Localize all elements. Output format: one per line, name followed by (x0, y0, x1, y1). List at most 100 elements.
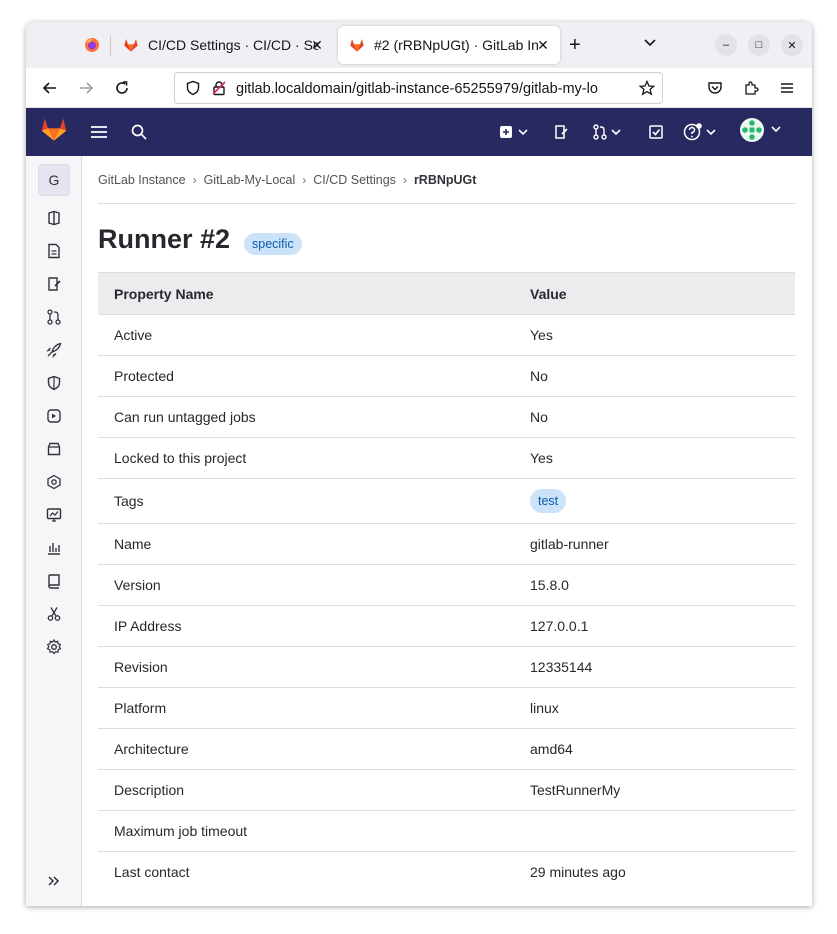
table-row: Active Yes (98, 314, 795, 356)
gitlab-top-bar (26, 108, 812, 156)
project-sidebar: G (26, 156, 82, 906)
breadcrumb-link-project[interactable]: GitLab-My-Local (204, 173, 296, 187)
property-name: Architecture (98, 728, 514, 770)
tab-title: #2 (rRBNpUGt) · GitLab In (374, 37, 539, 53)
breadcrumb: GitLab Instance › GitLab-My-Local › CI/C… (98, 173, 476, 187)
create-new-icon[interactable] (499, 122, 531, 142)
breadcrumb-link-cicd-settings[interactable]: CI/CD Settings (313, 173, 396, 187)
chevron-right-icon: › (402, 173, 407, 187)
url-bar[interactable]: gitlab.localdomain/gitlab-instance-65255… (174, 72, 663, 104)
property-name: Revision (98, 646, 514, 688)
issues-icon[interactable] (553, 122, 569, 142)
property-value: test (514, 478, 795, 524)
breadcrumb-current[interactable]: rRBNpUGt (414, 173, 477, 187)
close-window-icon[interactable]: ✕ (781, 34, 803, 56)
merge-requests-icon[interactable] (592, 122, 624, 142)
table-row: Platform linux (98, 687, 795, 729)
table-row: Protected No (98, 355, 795, 397)
property-name: Version (98, 564, 514, 606)
expand-sidebar-icon[interactable] (45, 872, 63, 890)
property-name: IP Address (98, 605, 514, 647)
todos-icon[interactable] (648, 122, 664, 142)
property-value: amd64 (514, 728, 795, 770)
property-value: 29 minutes ago (530, 864, 626, 881)
security-shield-icon[interactable] (45, 374, 63, 392)
settings-gear-icon[interactable] (45, 638, 63, 656)
firefox-view-tab[interactable] (74, 26, 110, 64)
property-name: Can run untagged jobs (98, 396, 514, 438)
reload-icon[interactable] (112, 78, 132, 98)
tab-cicd-settings[interactable]: CI/CD Settings · CI/CD · Se ✕ (112, 26, 334, 64)
deployments-icon[interactable] (45, 407, 63, 425)
tab-runner[interactable]: #2 (rRBNpUGt) · GitLab In ✕ (338, 26, 560, 64)
chevron-right-icon: › (192, 173, 197, 187)
shield-icon[interactable] (183, 78, 203, 98)
table-row: Name gitlab-runner (98, 523, 795, 565)
forward-icon[interactable] (76, 78, 96, 98)
property-value: Yes (514, 314, 795, 356)
runner-properties-table: Property Name Value Active Yes Protected… (98, 272, 795, 893)
analytics-icon[interactable] (45, 539, 63, 557)
search-icon[interactable] (131, 122, 147, 142)
property-name: Description (98, 769, 514, 811)
property-name: Active (98, 314, 514, 356)
url-text: gitlab.localdomain/gitlab-instance-65255… (236, 81, 598, 97)
pocket-icon[interactable] (705, 78, 725, 98)
insecure-lock-icon[interactable] (209, 78, 229, 98)
property-name: Platform (98, 687, 514, 729)
gitlab-logo-icon[interactable] (40, 118, 68, 141)
property-value: gitlab-runner (514, 523, 795, 565)
list-all-tabs-icon[interactable] (643, 36, 657, 55)
table-header-row: Property Name Value (98, 272, 795, 315)
infrastructure-icon[interactable] (45, 473, 63, 491)
table-row: IP Address 127.0.0.1 (98, 605, 795, 647)
property-name: Last contact (114, 864, 190, 881)
back-icon[interactable] (40, 78, 60, 98)
main-menu-icon[interactable] (90, 122, 108, 142)
tab-strip: CI/CD Settings · CI/CD · Se ✕ #2 (rRBNpU… (26, 22, 812, 68)
property-value: 12335144 (514, 646, 795, 688)
table-row: Description TestRunnerMy (98, 769, 795, 811)
property-name: Maximum job timeout (98, 810, 514, 852)
property-name: Protected (98, 355, 514, 397)
breadcrumb-link-group[interactable]: GitLab Instance (98, 173, 186, 187)
property-value: 127.0.0.1 (514, 605, 795, 647)
help-icon[interactable] (683, 122, 719, 142)
chevron-right-icon: › (302, 173, 307, 187)
table-row: Tags test (98, 478, 795, 524)
repository-icon[interactable] (45, 242, 63, 260)
wiki-icon[interactable] (45, 572, 63, 590)
table-row: Locked to this project Yes (98, 437, 795, 479)
close-tab-icon[interactable]: ✕ (534, 36, 552, 54)
property-value: TestRunnerMy (514, 769, 795, 811)
new-tab-icon[interactable]: + (569, 35, 581, 55)
minimize-icon[interactable]: – (715, 34, 737, 56)
table-row: Version 15.8.0 (98, 564, 795, 606)
gitlab-favicon-icon (122, 36, 140, 54)
property-name: Tags (98, 478, 514, 524)
navigation-bar: gitlab.localdomain/gitlab-instance-65255… (26, 68, 812, 108)
ci-cd-rocket-icon[interactable] (45, 341, 63, 359)
close-tab-icon[interactable]: ✕ (308, 36, 326, 54)
monitor-icon[interactable] (45, 506, 63, 524)
maximize-icon[interactable]: □ (748, 34, 770, 56)
page-title: Runner #2 (98, 224, 231, 254)
packages-icon[interactable] (45, 440, 63, 458)
tag-badge: test (530, 489, 567, 513)
property-value (514, 810, 795, 852)
project-overview-icon[interactable] (45, 209, 63, 227)
project-avatar[interactable]: G (38, 164, 70, 196)
property-name: Name (98, 523, 514, 565)
menu-hamburger-icon[interactable] (777, 78, 797, 98)
gitlab-favicon-icon (348, 36, 366, 54)
snippets-scissors-icon[interactable] (45, 605, 63, 623)
table-row: Maximum job timeout (98, 810, 795, 852)
user-avatar[interactable] (740, 118, 784, 142)
tab-title: CI/CD Settings · CI/CD · Se (148, 37, 318, 53)
extensions-icon[interactable] (741, 78, 761, 98)
issues-icon[interactable] (45, 275, 63, 293)
bookmark-star-icon[interactable] (637, 78, 657, 98)
table-row: Architecture amd64 (98, 728, 795, 770)
column-header-value: Value (514, 272, 795, 315)
merge-requests-icon[interactable] (45, 308, 63, 326)
